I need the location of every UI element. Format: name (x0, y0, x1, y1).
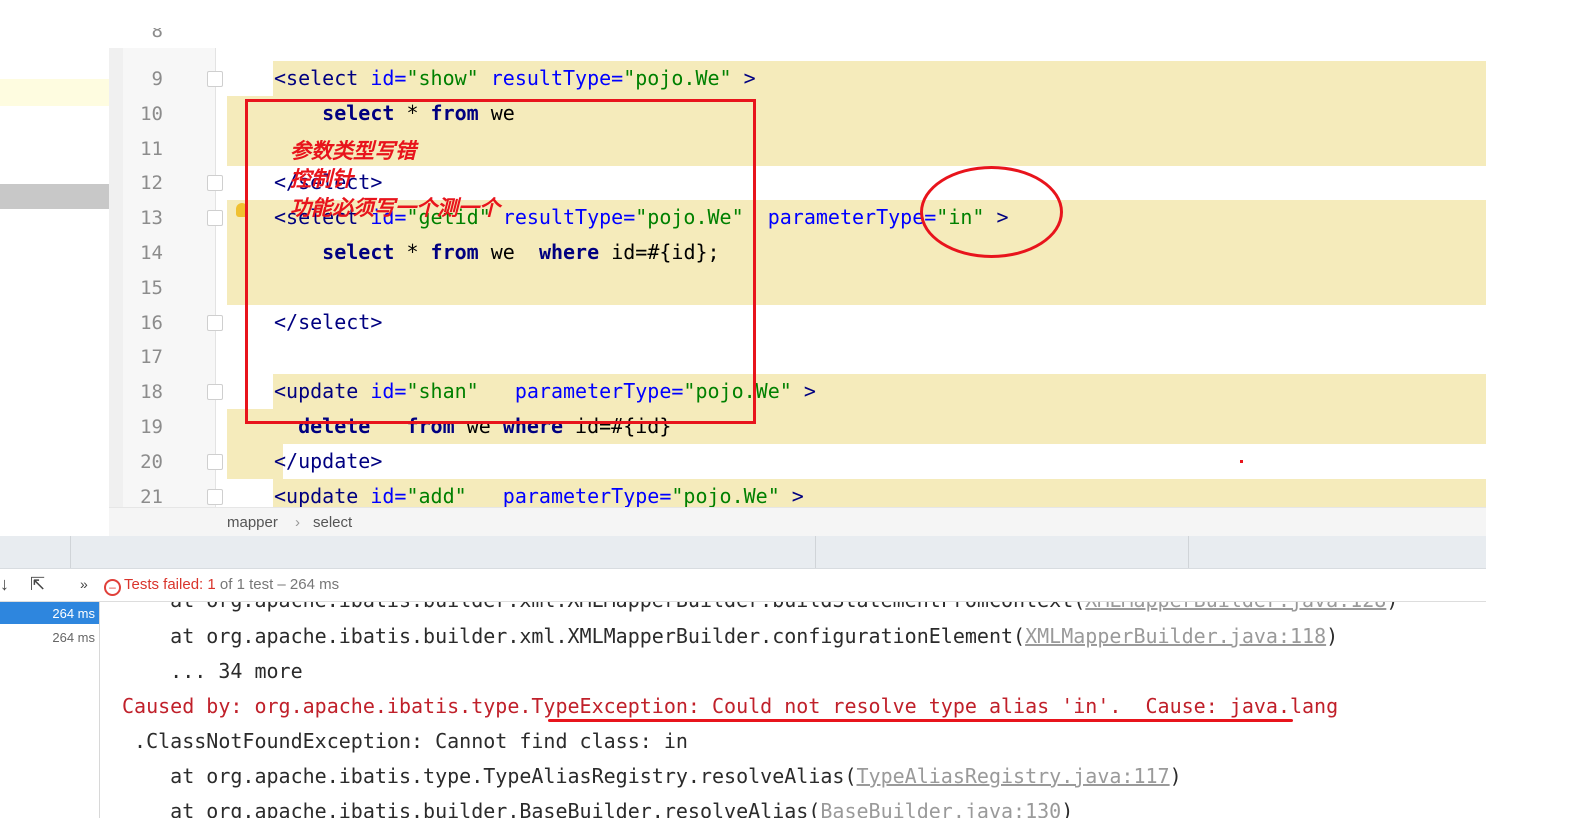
chevron-right-icon[interactable]: » (80, 576, 88, 592)
fold-marker-icon[interactable] (207, 175, 223, 192)
console-line: at org.apache.ibatis.builder.xml.XMLMapp… (122, 624, 1339, 648)
breadcrumb-item-select[interactable]: select (313, 514, 352, 531)
header-separator (815, 536, 816, 568)
header-separator (1188, 536, 1189, 568)
run-toolbar: ↓ ⇱ » – Tests failed: 1 of 1 test – 264 m… (0, 569, 1486, 602)
test-status: – Tests failed: 1 of 1 test – 264 ms (104, 576, 339, 596)
line-number: 8 (151, 28, 163, 42)
code-text: </update> (274, 448, 383, 473)
code-text: <select id="show" resultType="pojo.We" > (274, 66, 756, 90)
line-number: 11 (140, 137, 163, 160)
annotation-text-3: 功能必须写一个测一个 (290, 195, 500, 220)
test-tree-row[interactable]: 264 ms (0, 602, 99, 624)
fold-marker-icon[interactable] (207, 384, 223, 401)
test-time: 264 ms (52, 606, 95, 621)
failed-count: 1 (207, 576, 216, 593)
console-line: Caused by: org.apache.ibatis.type.TypeEx… (122, 694, 1339, 718)
status-suffix: of 1 test – 264 ms (215, 576, 340, 593)
arrow-down-icon[interactable]: ↓ (0, 574, 9, 595)
console-line: at org.apache.ibatis.type.TypeAliasRegis… (122, 764, 1182, 788)
annotation-dot (1240, 460, 1243, 463)
error-icon: – (104, 579, 121, 596)
line-number: 10 (140, 102, 163, 125)
console-output[interactable]: at org.apache.ibatis.builder.xml.XMLMapp… (100, 602, 1486, 818)
fold-marker-icon[interactable] (207, 314, 223, 331)
stack-trace-link[interactable]: TypeAliasRegistry.java:117 (857, 764, 1170, 788)
line-number: 20 (140, 450, 163, 473)
annotation-underline (548, 719, 1293, 722)
code-editor[interactable]: 8 9 <select id="show" resultType="pojo.We… (0, 0, 1580, 540)
annotation-circle (920, 166, 1063, 258)
stack-trace-link[interactable]: XMLMapperBuilder.java:128 (1085, 602, 1386, 612)
export-icon[interactable]: ⇱ (30, 574, 45, 595)
line-number: 19 (140, 416, 163, 438)
line-number: 18 (140, 381, 163, 404)
console-line: at org.apache.ibatis.builder.xml.XMLMapp… (122, 602, 1398, 612)
console-line: at org.apache.ibatis.builder.BaseBuilder… (122, 799, 1073, 818)
code-text: <update id="add" parameterType="pojo.We"… (274, 483, 804, 508)
stack-trace-link[interactable]: BaseBuilder.java:130 (820, 799, 1061, 818)
project-tree-highlight (0, 79, 122, 106)
console-line: .ClassNotFoundException: Cannot find cla… (122, 729, 688, 753)
line-number: 17 (140, 346, 163, 369)
run-panel-header (0, 536, 1486, 569)
breadcrumb-separator: › (295, 514, 300, 531)
line-number: 12 (140, 172, 163, 195)
annotation-text-2: 控制针 (290, 166, 353, 191)
line-number: 21 (140, 485, 163, 508)
status-prefix: Tests failed: (124, 576, 208, 593)
project-tree-selection (0, 184, 122, 209)
stack-trace-link[interactable]: XMLMapperBuilder.java:118 (1025, 624, 1326, 648)
breadcrumb: mapper › select (109, 507, 1486, 536)
annotation-text-1: 参数类型写错 (290, 138, 416, 163)
test-time: 264 ms (52, 630, 95, 645)
header-separator (70, 536, 71, 568)
line-number: 14 (140, 242, 163, 264)
test-tree-row[interactable]: 264 ms (0, 626, 99, 648)
fold-marker-icon[interactable] (207, 71, 223, 87)
fold-marker-icon[interactable] (207, 488, 223, 505)
test-tree: 264 ms 264 ms (0, 602, 100, 818)
code-line[interactable]: 9 <select id="show" resultType="pojo.We" … (123, 61, 1486, 96)
line-number: 9 (151, 68, 163, 90)
breadcrumb-item-mapper[interactable]: mapper (227, 514, 278, 531)
console-line: ... 34 more (122, 659, 303, 683)
code-line[interactable]: 20 </update> (123, 443, 1486, 479)
fold-marker-icon[interactable] (207, 210, 223, 227)
fold-marker-icon[interactable] (207, 453, 223, 470)
code-line-partial: 8 (123, 28, 1486, 48)
line-number: 16 (140, 311, 163, 334)
editor-gutter-strip (109, 48, 124, 520)
line-number: 13 (140, 207, 163, 230)
line-number: 15 (140, 276, 163, 299)
